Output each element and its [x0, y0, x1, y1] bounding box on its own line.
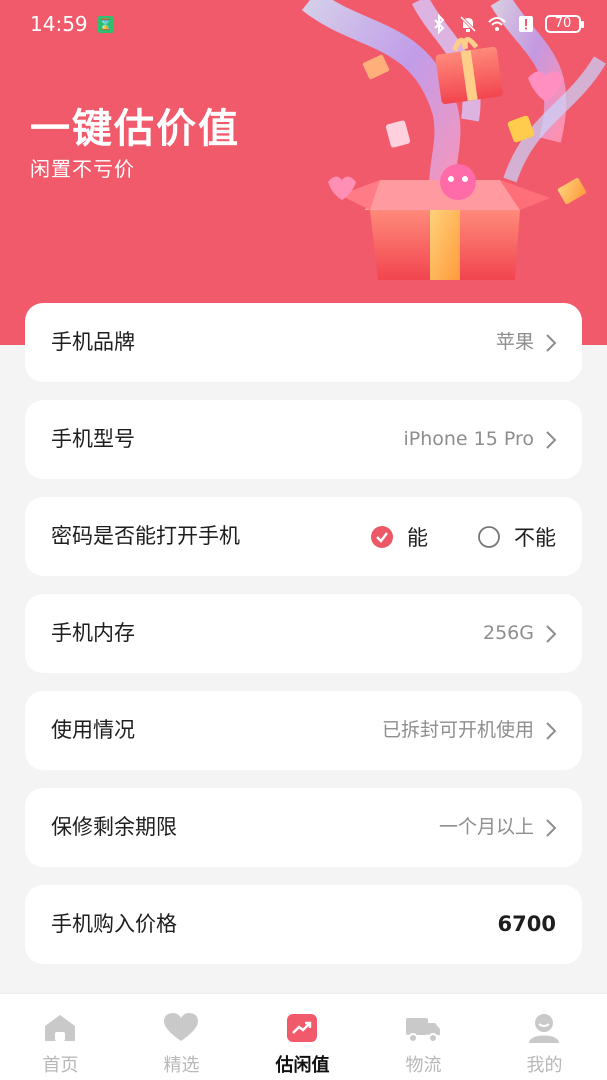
model-row[interactable]: 手机型号 iPhone 15 Pro — [25, 400, 582, 479]
user-icon — [529, 1014, 559, 1043]
storage-value: 256G — [483, 622, 534, 644]
tab-mine[interactable]: 我的 — [484, 994, 605, 1080]
bottom-tab-bar: 首页 精选 估闲值 物流 我的 — [0, 993, 607, 1080]
tab-home[interactable]: 首页 — [0, 994, 121, 1080]
password-row: 密码是否能打开手机 能 不能 — [25, 497, 582, 576]
model-label: 手机型号 — [51, 427, 135, 451]
tab-valuation[interactable]: 估闲值 — [242, 994, 363, 1080]
brand-value: 苹果 — [495, 331, 534, 353]
radio-option-yes-label: 能 — [407, 525, 428, 550]
condition-label: 使用情况 — [51, 718, 135, 742]
radio-option-yes[interactable]: 能 — [371, 522, 428, 552]
storage-label: 手机内存 — [51, 621, 135, 645]
brand-label: 手机品牌 — [51, 330, 135, 354]
trend-chart-icon — [287, 1014, 317, 1042]
radio-checked-icon — [371, 525, 393, 548]
status-icons: 70 — [429, 12, 584, 36]
chevron-right-icon — [546, 334, 557, 352]
chevron-right-icon — [546, 819, 557, 837]
password-label: 密码是否能打开手机 — [51, 524, 240, 548]
brand-row[interactable]: 手机品牌 苹果 — [25, 303, 582, 382]
tab-featured-label: 精选 — [163, 1055, 200, 1076]
tab-valuation-label: 估闲值 — [275, 1055, 330, 1076]
heart-icon — [164, 1013, 198, 1041]
condition-row[interactable]: 使用情况 已拆封可开机使用 — [25, 691, 582, 770]
tab-featured[interactable]: 精选 — [121, 994, 242, 1080]
hero-subtitle: 闲置不亏价 — [30, 157, 135, 181]
radio-option-no-label: 不能 — [514, 525, 556, 550]
password-radio-group: 能 不能 — [371, 497, 556, 576]
chevron-right-icon — [546, 431, 557, 449]
hero-title: 一键估价值 — [30, 106, 240, 152]
warranty-label: 保修剩余期限 — [51, 815, 177, 839]
radio-option-no[interactable]: 不能 — [478, 522, 556, 552]
wifi-icon — [488, 17, 506, 31]
tab-logistics[interactable]: 物流 — [363, 994, 484, 1080]
status-bar: 14:59 ⌛ 70 — [0, 0, 607, 48]
tab-home-label: 首页 — [42, 1055, 79, 1076]
condition-value: 已拆封可开机使用 — [381, 719, 534, 741]
warranty-row[interactable]: 保修剩余期限 一个月以上 — [25, 788, 582, 867]
price-label: 手机购入价格 — [51, 912, 177, 936]
battery-indicator: 70 — [545, 15, 584, 33]
status-time: 14:59 — [30, 12, 88, 36]
mute-bell-icon — [459, 15, 477, 33]
radio-unchecked-icon — [478, 525, 500, 548]
hourglass-icon: ⌛ — [97, 16, 114, 33]
price-input[interactable]: 6700 — [498, 885, 556, 964]
chevron-right-icon — [546, 625, 557, 643]
chevron-right-icon — [546, 722, 557, 740]
sim-alert-icon — [519, 16, 533, 32]
tab-mine-label: 我的 — [526, 1055, 563, 1076]
hero-banner: 14:59 ⌛ 70 一键估价值 闲置不亏价 — [0, 0, 607, 345]
truck-icon — [406, 1018, 440, 1043]
tab-logistics-label: 物流 — [405, 1055, 442, 1076]
home-icon — [45, 1015, 75, 1041]
storage-row[interactable]: 手机内存 256G — [25, 594, 582, 673]
model-value: iPhone 15 Pro — [403, 428, 534, 450]
warranty-value: 一个月以上 — [438, 816, 534, 838]
price-row[interactable]: 手机购入价格 6700 — [25, 885, 582, 964]
bluetooth-icon — [434, 14, 445, 34]
